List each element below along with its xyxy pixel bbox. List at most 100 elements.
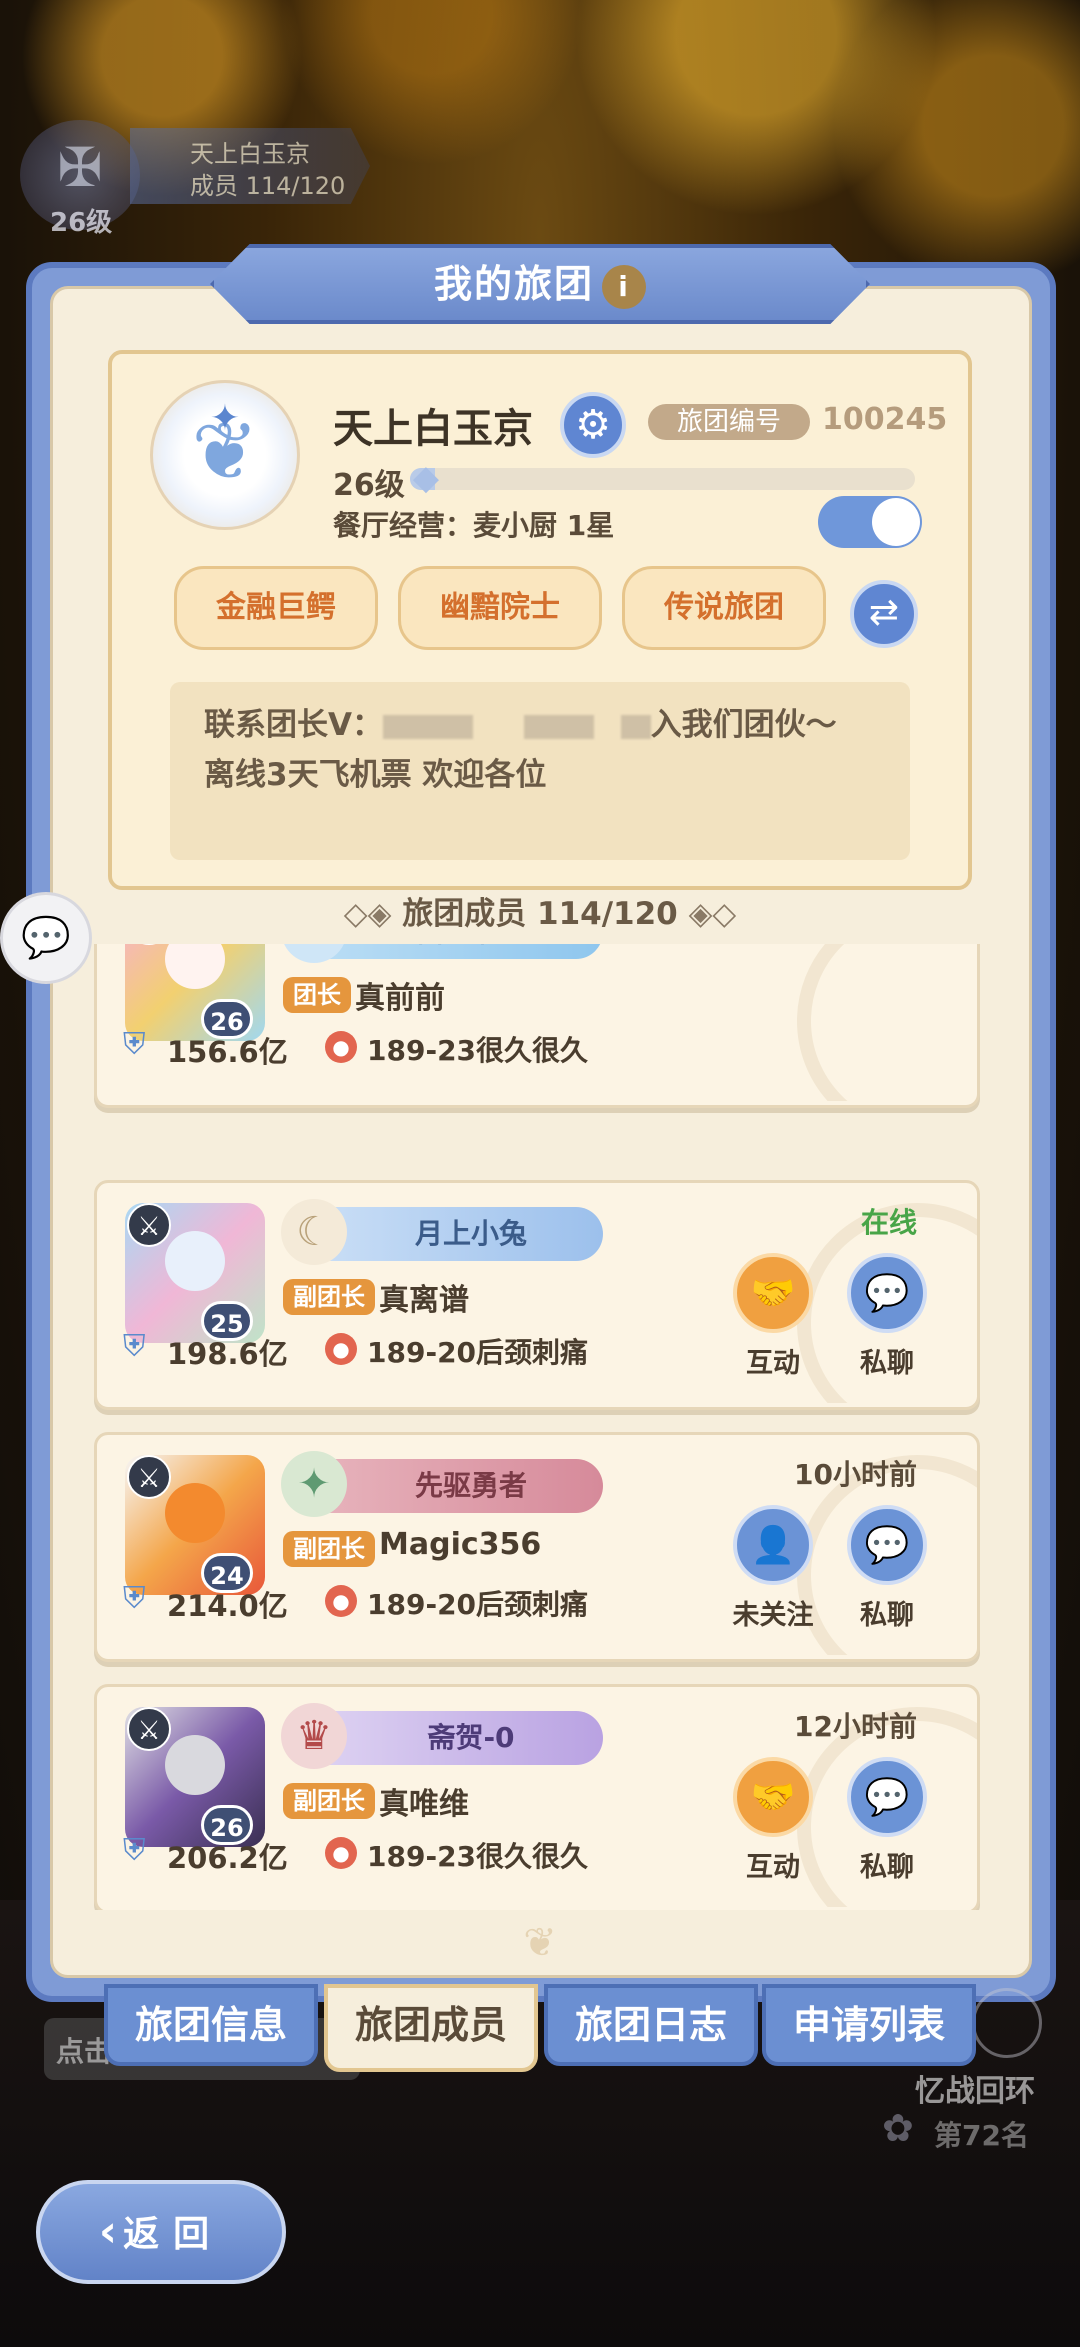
member-card[interactable]: ⚔ 25 月上小兔 ☾ 副团长 真离谱 ⛨ 198.6亿 ● 189-20后颈刺… (94, 1180, 980, 1410)
member-power: 214.0亿 (167, 1589, 288, 1623)
guild-name: 天上白玉京 (333, 406, 533, 452)
member-card[interactable]: ⚔ 24 先驱勇者 ✦ 副团长 Magic356 ⛨ 214.0亿 ● 189-… (94, 1432, 980, 1662)
back-button[interactable]: ‹返回 (36, 2180, 286, 2284)
class-icon: ⚔ (127, 1707, 171, 1751)
guild-tag-3: 传说旅团 (622, 566, 826, 650)
member-name: Magic356 (379, 1527, 542, 1562)
member-server: 189-20后颈刺痛 (367, 1588, 589, 1621)
background-guild-level: 26级 (50, 208, 113, 238)
ranking-rank: 第72名 (934, 2119, 1029, 2152)
member-status: 在线 (860, 1206, 917, 1239)
member-role-badge: 副团长 (283, 1279, 375, 1315)
member-role-badge: 副团长 (283, 1783, 375, 1819)
follow-button[interactable]: 👤 (733, 1505, 813, 1585)
member-card[interactable]: ✚ 26 仙龙濯海 ❂ 团长 真前前 ⛨ 156.6亿 ● 189-23很久很久… (94, 944, 980, 1108)
crest-icon: ✦ (281, 1451, 347, 1517)
notice-line-2: 离线3天飞机票 欢迎各位 (204, 757, 547, 793)
right-ornament-icon: ◈◇ (688, 896, 737, 932)
notice-line-1: 联系团长V： 入我们团伙～ (204, 700, 884, 750)
private-chat-label: 私聊 (860, 1852, 914, 1883)
swap-icon: ⇄ (868, 592, 900, 633)
ranking-icon[interactable] (972, 1988, 1042, 2058)
ranking-badge-icon: ✿ (882, 2106, 914, 2150)
crown-icon: ♛ (281, 1703, 347, 1769)
shield-icon: ⛨ (123, 1833, 146, 1868)
guild-level-progress-bar (410, 468, 915, 490)
guild-notice: 联系团长V： 入我们团伙～ 离线3天飞机票 欢迎各位 (204, 700, 884, 800)
restaurant-info: 餐厅经营：麦小厨 1星 (333, 509, 615, 542)
location-icon: ● (325, 1837, 357, 1869)
info-icon[interactable]: i (602, 264, 646, 309)
member-server: 189-20后颈刺痛 (367, 1336, 589, 1369)
member-server: 189-23很久很久 (367, 1840, 589, 1873)
settings-gear-button[interactable]: ⚙ (560, 392, 626, 458)
location-icon: ● (325, 1333, 357, 1365)
guild-id-label: 旅团编号 (648, 404, 810, 440)
member-card[interactable]: ⚔ 26 斋贺-0 ♛ 副团长 真唯维 ⛨ 206.2亿 ● 189-23很久很… (94, 1684, 980, 1910)
floating-chat-button[interactable]: 💬 (0, 892, 92, 984)
back-arrow-icon: ‹ (98, 2206, 124, 2257)
interact-button[interactable]: 🤝 (733, 1253, 813, 1333)
handshake-icon: 🤝 (750, 1777, 796, 1818)
tab-guild-log[interactable]: 旅团日志 (544, 1984, 758, 2066)
guild-emblem: ❦ ✦ (150, 380, 300, 530)
background-guild-name: 天上白玉京 (190, 140, 310, 168)
class-icon: ⚔ (127, 1203, 171, 1247)
wing-icon: ✠ (57, 136, 103, 199)
guild-tag-1: 金融巨鳄 (174, 566, 378, 650)
member-name: 真离谱 (379, 1283, 469, 1318)
add-user-icon: 👤 (750, 1525, 796, 1566)
left-ornament-icon: ◇◈ (343, 896, 392, 932)
bottom-ornament-icon: ❦ (523, 1920, 557, 1966)
chat-bubble-icon: 💬 (21, 915, 71, 961)
private-chat-label: 私聊 (860, 1600, 914, 1631)
member-power: 198.6亿 (167, 1337, 288, 1371)
member-role-badge: 团长 (283, 977, 351, 1013)
shield-icon: ⛨ (123, 1581, 146, 1616)
panel-title: 我的旅团 (433, 262, 594, 306)
swap-tags-button[interactable]: ⇄ (850, 580, 918, 648)
private-chat-button[interactable]: 💬 (847, 1505, 927, 1585)
member-status: 10小时前 (794, 1458, 917, 1491)
tab-guild-members[interactable]: 旅团成员 (324, 1984, 538, 2072)
chat-icon: 💬 (864, 1777, 910, 1818)
chat-icon: 💬 (864, 1525, 910, 1566)
interact-label: 互动 (746, 1348, 800, 1379)
member-power: 206.2亿 (167, 1841, 288, 1875)
background-guild-badge: ✠ 26级 天上白玉京 成员 114/120 (10, 120, 380, 238)
private-chat-button[interactable]: 💬 (847, 1757, 927, 1837)
shield-icon: ⛨ (123, 1329, 146, 1364)
guild-id: 100245 (822, 402, 948, 437)
dragon-icon: ❂ (281, 944, 347, 963)
private-chat-button[interactable]: 💬 (847, 1253, 927, 1333)
interact-button[interactable]: 🤝 (733, 1757, 813, 1837)
guild-tag-2: 幽黯院士 (398, 566, 602, 650)
member-power: 156.6亿 (167, 1035, 288, 1069)
redacted-block (620, 714, 651, 739)
member-role-badge: 副团长 (283, 1531, 375, 1567)
guild-level: 26级 (333, 468, 405, 503)
gear-icon: ⚙ (575, 402, 611, 448)
toggle-knob (872, 498, 920, 546)
ranking-title[interactable]: 忆战回环 (915, 2066, 1035, 2110)
tab-application-list[interactable]: 申请列表 (762, 1984, 976, 2066)
private-chat-label: 私聊 (860, 1348, 914, 1379)
level-gem-icon: ◆ (412, 458, 440, 498)
member-list[interactable]: ✚ 26 仙龙濯海 ❂ 团长 真前前 ⛨ 156.6亿 ● 189-23很久很久… (90, 944, 990, 1910)
member-name: 真唯维 (379, 1787, 469, 1822)
class-icon: ⚔ (127, 1455, 171, 1499)
member-server: 189-23很久很久 (367, 1034, 589, 1067)
redacted-block (383, 714, 473, 739)
background-guild-members: 成员 114/120 (190, 172, 346, 200)
interact-label: 互动 (746, 1852, 800, 1883)
star-icon: ✦ (209, 398, 241, 439)
redacted-block (523, 714, 594, 739)
chat-icon: 💬 (864, 1273, 910, 1314)
restaurant-toggle[interactable] (818, 496, 922, 548)
follow-label: 未关注 (732, 1600, 814, 1631)
tab-guild-info[interactable]: 旅团信息 (104, 1984, 318, 2066)
notice-line1-suffix: 入我们团伙～ (650, 707, 837, 743)
location-icon: ● (325, 1031, 357, 1063)
rabbit-icon: ☾ (281, 1199, 347, 1265)
members-header: ◇◈ 旅团成员 114/120 ◈◇ (310, 888, 770, 933)
